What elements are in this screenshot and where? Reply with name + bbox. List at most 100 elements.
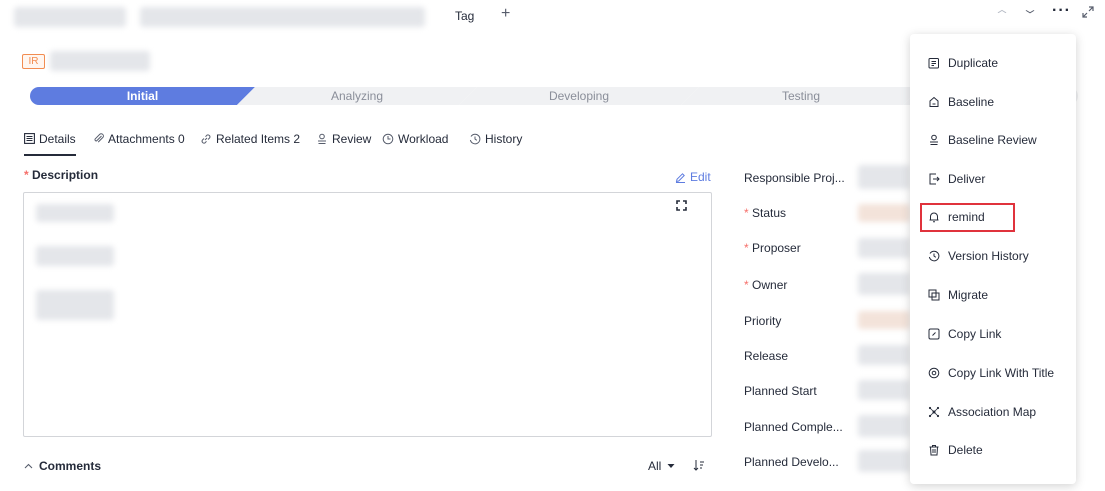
review-icon bbox=[318, 133, 326, 145]
step-label: Developing bbox=[548, 89, 610, 103]
item-title-redacted bbox=[14, 7, 126, 27]
item-name-redacted bbox=[50, 51, 150, 71]
duplicate-icon bbox=[928, 58, 939, 69]
field-value-redacted bbox=[858, 273, 910, 295]
menu-item-copy-link-with-title[interactable]: Copy Link With Title bbox=[928, 363, 1054, 383]
tab-related-items[interactable]: Related Items 2 bbox=[200, 132, 300, 156]
workflow-step-analyzing[interactable]: Analyzing bbox=[237, 87, 477, 105]
field-owner: * Owner bbox=[744, 278, 787, 292]
tab-label: Related Items 2 bbox=[216, 132, 301, 146]
chevron-up-icon bbox=[24, 463, 33, 468]
menu-item-delete[interactable]: Delete bbox=[928, 440, 983, 460]
workflow-step-initial[interactable]: Initial bbox=[30, 87, 255, 105]
tab-label: Review bbox=[332, 132, 372, 146]
menu-item-baseline-review[interactable]: Baseline Review bbox=[928, 130, 1037, 150]
tab-history[interactable]: History bbox=[469, 132, 522, 156]
chevron-down-icon bbox=[1025, 10, 1035, 14]
copy-link-title-icon bbox=[928, 367, 940, 379]
field-proposer: * Proposer bbox=[744, 241, 801, 255]
required-mark: * bbox=[744, 206, 749, 220]
trash-icon bbox=[929, 445, 939, 456]
menu-item-label: Migrate bbox=[948, 288, 989, 302]
required-mark: * bbox=[744, 278, 749, 292]
details-icon bbox=[24, 133, 35, 144]
menu-item-version-history[interactable]: Version History bbox=[928, 246, 1029, 266]
workflow-step-testing[interactable]: Testing bbox=[681, 87, 921, 105]
field-label: Priority bbox=[744, 314, 782, 328]
link-icon bbox=[201, 134, 211, 144]
menu-item-migrate[interactable]: Migrate bbox=[928, 285, 988, 305]
field-label: Status bbox=[752, 206, 787, 220]
fullscreen-icon[interactable] bbox=[676, 200, 687, 211]
next-item-button[interactable] bbox=[1025, 9, 1035, 17]
description-content[interactable] bbox=[23, 192, 712, 437]
menu-item-label: Delete bbox=[948, 443, 983, 457]
field-responsible-project: Responsible Proj... bbox=[744, 171, 845, 185]
comments-toggle[interactable]: Comments bbox=[24, 459, 101, 473]
expand-icon[interactable] bbox=[1082, 6, 1094, 18]
item-type-badge: IR bbox=[22, 54, 45, 69]
tab-review[interactable]: Review bbox=[316, 132, 371, 156]
copy-link-icon bbox=[928, 328, 940, 340]
menu-item-label: Deliver bbox=[948, 172, 986, 186]
field-label: Proposer bbox=[752, 241, 801, 255]
menu-item-baseline[interactable]: Baseline bbox=[928, 92, 994, 112]
menu-item-label: Baseline bbox=[948, 95, 995, 109]
comments-filter-select[interactable]: All bbox=[648, 459, 675, 473]
tab-label: Workload bbox=[398, 132, 449, 146]
field-release: Release bbox=[744, 349, 788, 363]
comments-title: Comments bbox=[39, 459, 102, 473]
association-map-icon bbox=[928, 406, 940, 418]
menu-item-label: Baseline Review bbox=[948, 133, 1037, 147]
tab-label: Attachments 0 bbox=[108, 132, 185, 146]
field-planned-start: Planned Start bbox=[744, 384, 817, 398]
item-title-redacted bbox=[140, 7, 425, 27]
menu-item-copy-link[interactable]: Copy Link bbox=[928, 324, 1001, 344]
menu-item-association-map[interactable]: Association Map bbox=[928, 402, 1036, 422]
remind-highlight-box bbox=[920, 203, 1015, 232]
field-value-redacted bbox=[858, 311, 910, 329]
step-label: Testing bbox=[781, 89, 821, 103]
menu-item-label: Association Map bbox=[948, 405, 1037, 419]
sort-icon[interactable] bbox=[693, 459, 705, 471]
workflow-step-developing[interactable]: Developing bbox=[459, 87, 699, 105]
caret-down-icon bbox=[667, 464, 675, 468]
description-text-redacted bbox=[36, 290, 114, 320]
edit-description-button[interactable]: Edit bbox=[675, 170, 711, 184]
chevron-up-icon bbox=[997, 9, 1007, 14]
menu-item-duplicate[interactable]: Duplicate bbox=[928, 53, 998, 73]
field-value-redacted bbox=[858, 165, 910, 189]
menu-item-label: Duplicate bbox=[948, 56, 999, 70]
tab-label: History bbox=[485, 132, 523, 146]
tab-attachments[interactable]: Attachments 0 bbox=[93, 132, 185, 156]
step-label: Initial bbox=[126, 89, 159, 103]
field-value-redacted bbox=[858, 380, 910, 400]
required-mark: * bbox=[744, 241, 749, 255]
field-planned-completion: Planned Comple... bbox=[744, 420, 843, 434]
tag-label: Tag bbox=[455, 9, 475, 23]
version-history-icon bbox=[928, 250, 940, 262]
field-value-redacted bbox=[858, 345, 910, 365]
menu-item-label: Version History bbox=[948, 249, 1029, 263]
field-value-redacted bbox=[858, 238, 910, 258]
tab-workload[interactable]: Workload bbox=[382, 132, 448, 156]
add-tag-button[interactable]: + bbox=[501, 5, 510, 23]
menu-item-label: Copy Link With Title bbox=[948, 366, 1055, 380]
field-label: Planned Comple... bbox=[744, 420, 843, 434]
menu-item-label: Copy Link bbox=[948, 327, 1002, 341]
step-label: Analyzing bbox=[330, 89, 384, 103]
comments-filter-value: All bbox=[648, 459, 662, 473]
menu-item-deliver[interactable]: Deliver bbox=[928, 169, 985, 189]
field-label: Responsible Proj... bbox=[744, 171, 845, 185]
edit-label: Edit bbox=[690, 170, 711, 184]
previous-item-button[interactable] bbox=[997, 9, 1007, 17]
more-actions-button[interactable]: ··· bbox=[1052, 2, 1071, 20]
tab-details[interactable]: Details bbox=[24, 132, 76, 156]
baseline-review-icon bbox=[930, 134, 938, 146]
description-text-redacted bbox=[36, 246, 114, 266]
field-label: Planned Start bbox=[744, 384, 817, 398]
field-value-redacted bbox=[858, 450, 910, 472]
field-value-redacted bbox=[858, 204, 910, 222]
tab-label: Details bbox=[39, 132, 76, 146]
description-title: Description bbox=[32, 168, 99, 182]
